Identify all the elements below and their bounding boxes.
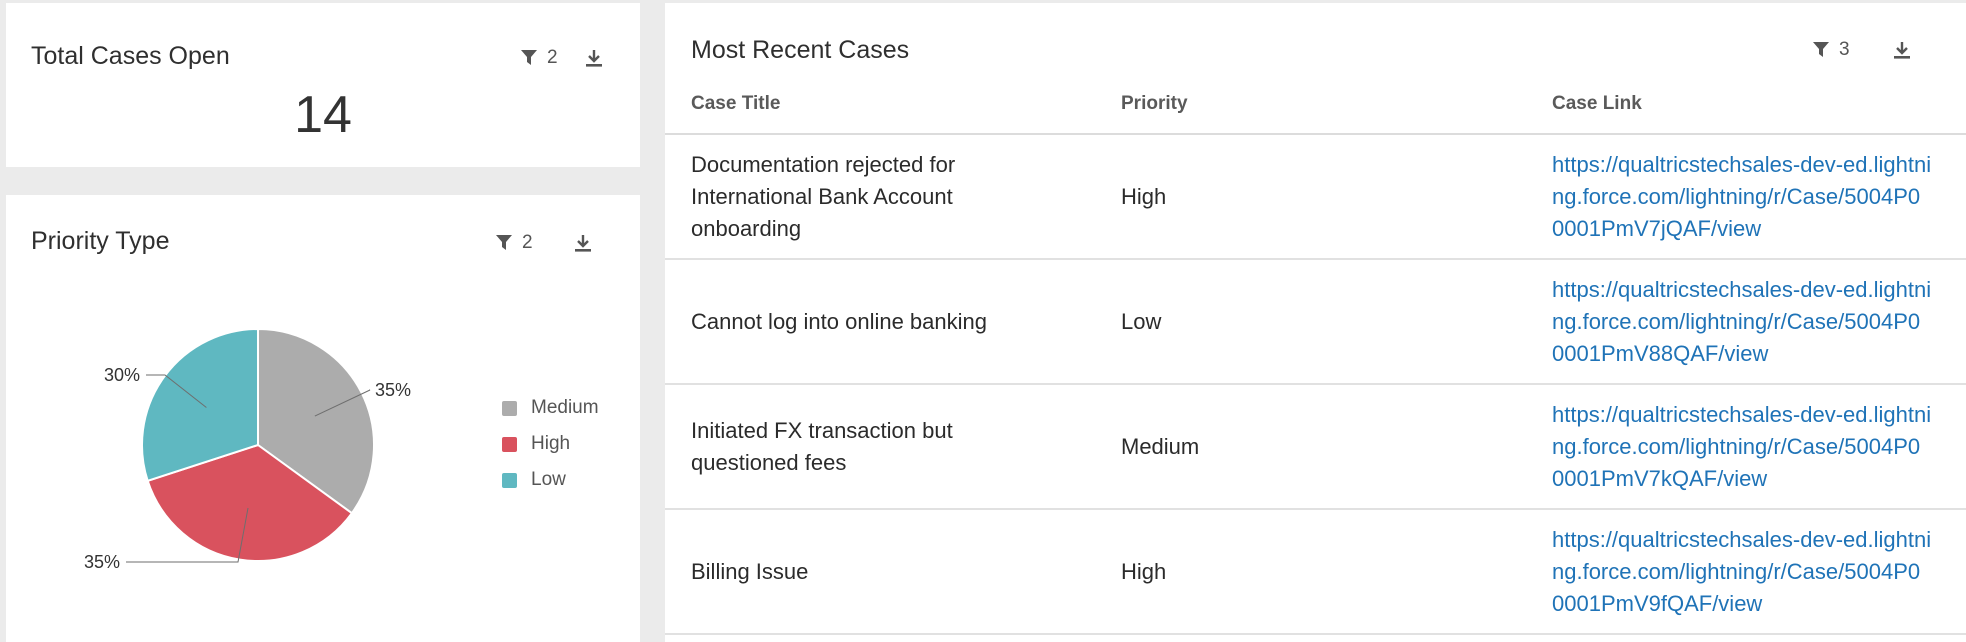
priority-cell: High bbox=[1121, 558, 1167, 584]
case-link[interactable]: https://qualtricstechsales-dev-ed.lightn… bbox=[1552, 149, 1932, 245]
case-title-cell: Documentation rejected for International… bbox=[691, 151, 956, 241]
table-row: Cannot log into online banking Low https… bbox=[665, 260, 1966, 385]
legend-label: High bbox=[531, 433, 571, 454]
legend-swatch bbox=[502, 472, 517, 488]
widget-tools: 3 bbox=[1812, 39, 1912, 61]
legend-swatch bbox=[502, 436, 517, 452]
case-title-cell: Cannot log into online banking bbox=[691, 308, 988, 334]
case-title-cell: Initiated FX transaction but questioned … bbox=[691, 417, 953, 475]
legend-label: Low bbox=[531, 469, 566, 490]
priority-cell: Medium bbox=[1121, 433, 1200, 459]
pie-data-label: 35% bbox=[84, 552, 120, 572]
pie-data-label: 30% bbox=[104, 365, 140, 385]
priority-cell: High bbox=[1121, 183, 1167, 209]
chart-legend: Medium High Low bbox=[502, 390, 599, 498]
download-button[interactable] bbox=[1892, 40, 1912, 60]
table-body: Documentation rejected for International… bbox=[665, 135, 1966, 635]
table-row: Billing Issue High https://qualtricstech… bbox=[665, 510, 1966, 635]
table-header: Case Title Priority Case Link bbox=[665, 93, 1966, 135]
case-title-cell: Billing Issue bbox=[691, 558, 809, 584]
legend-label: Medium bbox=[531, 397, 599, 418]
legend-swatch bbox=[502, 400, 517, 416]
download-icon bbox=[1893, 42, 1910, 59]
recent-cases-widget: Most Recent Cases 3 Case Title Priority … bbox=[665, 3, 1966, 642]
filter-button[interactable]: 3 bbox=[1812, 39, 1850, 61]
filter-icon bbox=[1813, 42, 1829, 57]
column-header-case-title[interactable]: Case Title bbox=[691, 93, 780, 115]
legend-item-high[interactable]: High bbox=[502, 426, 599, 462]
table-row: Documentation rejected for International… bbox=[665, 135, 1966, 260]
priority-cell: Low bbox=[1121, 308, 1162, 334]
column-header-priority[interactable]: Priority bbox=[1121, 93, 1188, 115]
filter-count: 3 bbox=[1839, 39, 1850, 60]
column-header-case-link[interactable]: Case Link bbox=[1552, 93, 1642, 115]
case-link[interactable]: https://qualtricstechsales-dev-ed.lightn… bbox=[1552, 399, 1932, 495]
priority-pie-chart: 35% 35% 30% bbox=[84, 327, 411, 572]
case-link[interactable]: https://qualtricstechsales-dev-ed.lightn… bbox=[1552, 524, 1932, 620]
legend-item-low[interactable]: Low bbox=[502, 462, 599, 498]
pie-data-label: 35% bbox=[375, 380, 411, 400]
legend-item-medium[interactable]: Medium bbox=[502, 390, 599, 426]
widget-title: Most Recent Cases bbox=[691, 36, 910, 64]
case-link[interactable]: https://qualtricstechsales-dev-ed.lightn… bbox=[1552, 274, 1932, 370]
table-row: Initiated FX transaction but questioned … bbox=[665, 385, 1966, 510]
